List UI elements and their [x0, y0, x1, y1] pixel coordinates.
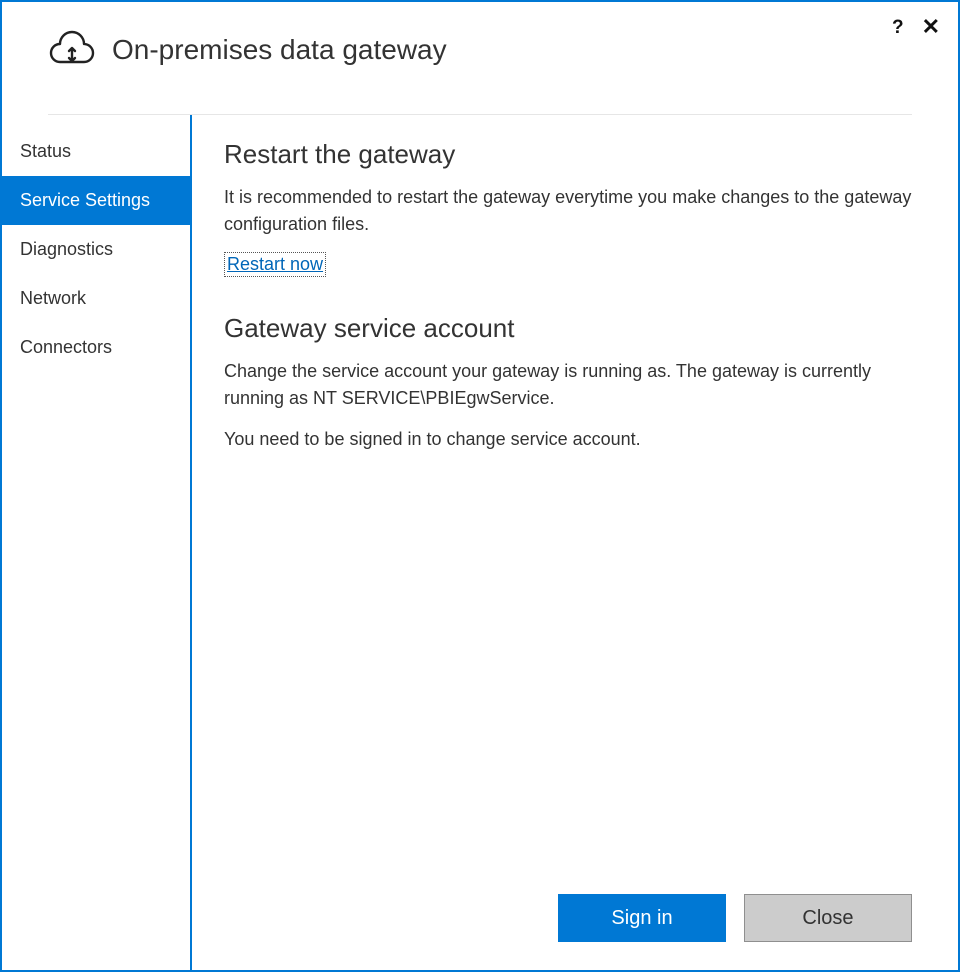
sidebar-item-network[interactable]: Network	[2, 274, 190, 323]
sidebar-item-diagnostics[interactable]: Diagnostics	[2, 225, 190, 274]
close-button[interactable]: Close	[744, 894, 912, 942]
content: Restart the gateway It is recommended to…	[192, 115, 958, 876]
restart-description: It is recommended to restart the gateway…	[224, 184, 912, 238]
main-row: Status Service Settings Diagnostics Netw…	[2, 115, 958, 970]
footer: Sign in Close	[192, 876, 958, 970]
sidebar-item-label: Service Settings	[20, 190, 150, 210]
account-heading: Gateway service account	[224, 313, 912, 344]
sign-in-button[interactable]: Sign in	[558, 894, 726, 942]
sidebar-item-label: Connectors	[20, 337, 112, 357]
restart-heading: Restart the gateway	[224, 139, 912, 170]
sidebar-item-service-settings[interactable]: Service Settings	[2, 176, 190, 225]
account-signin-note: You need to be signed in to change servi…	[224, 426, 912, 453]
content-area: Restart the gateway It is recommended to…	[192, 115, 958, 970]
titlebar: On-premises data gateway ? ✕	[2, 2, 958, 90]
sidebar: Status Service Settings Diagnostics Netw…	[2, 115, 192, 970]
gateway-config-window: On-premises data gateway ? ✕ Status Serv…	[0, 0, 960, 972]
account-description: Change the service account your gateway …	[224, 358, 912, 412]
cloud-gateway-icon	[48, 26, 96, 74]
sidebar-item-label: Status	[20, 141, 71, 161]
help-icon[interactable]: ?	[892, 18, 904, 37]
window-controls: ? ✕	[892, 16, 940, 38]
close-icon[interactable]: ✕	[922, 16, 940, 38]
restart-now-link[interactable]: Restart now	[224, 252, 326, 277]
sidebar-item-label: Diagnostics	[20, 239, 113, 259]
sidebar-item-status[interactable]: Status	[2, 127, 190, 176]
sidebar-item-connectors[interactable]: Connectors	[2, 323, 190, 372]
app-title: On-premises data gateway	[112, 34, 447, 66]
sidebar-item-label: Network	[20, 288, 86, 308]
